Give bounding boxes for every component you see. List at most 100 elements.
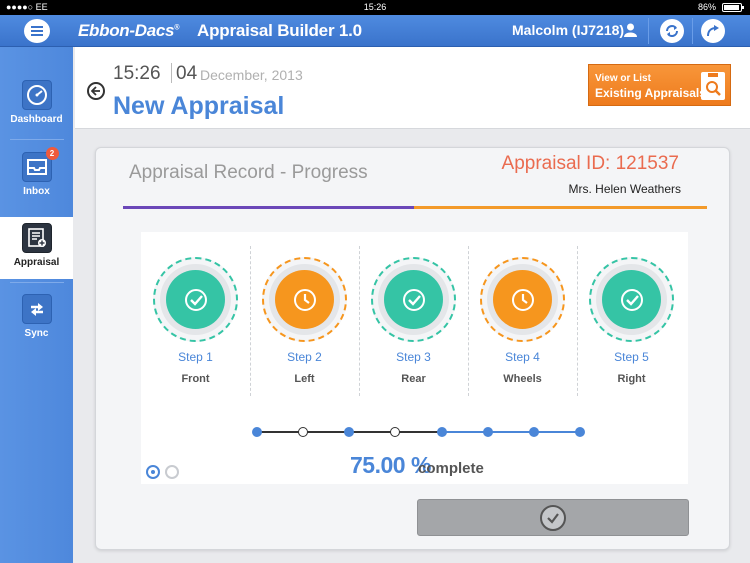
step-ring-inner (160, 264, 231, 335)
sidebar-item-inbox[interactable]: 2 Inbox (0, 146, 73, 208)
progress-segment (257, 431, 304, 433)
page-header: 15:26 04 December, 2013 New Appraisal Vi… (75, 47, 750, 129)
step-name: Right (617, 373, 646, 385)
progress-segment (441, 431, 488, 433)
step-status-ring (589, 257, 674, 342)
sidebar: Dashboard 2 Inbox Appraisal Sync (0, 47, 73, 563)
progress-node (390, 427, 401, 437)
check-icon (384, 270, 443, 329)
share-button[interactable] (701, 19, 725, 43)
divider (171, 63, 172, 83)
step-name: Front (181, 373, 210, 385)
appraisal-progress-card: Appraisal Record - Progress Appraisal ID… (95, 147, 730, 550)
submit-appraisal-button[interactable] (417, 499, 689, 536)
brand-logo: Ebbon-Dacs® (78, 21, 179, 41)
back-arrow-icon (91, 86, 100, 96)
existing-button-line2: Existing Appraisals (595, 86, 706, 100)
refresh-icon (666, 25, 678, 37)
brand-mark: ® (174, 24, 180, 32)
step-status-ring (480, 257, 565, 342)
appraisal-id: Appraisal ID: 121537 (501, 153, 679, 174)
step-label: Step 3 (396, 350, 431, 364)
step-label: Step 1 (178, 350, 213, 364)
step-ring-inner (487, 264, 558, 335)
step-status-ring (371, 257, 456, 342)
divider (692, 18, 693, 44)
progress-segment (395, 431, 442, 433)
step-ring-inner (596, 264, 667, 335)
status-time: 15:26 (363, 2, 387, 12)
sidebar-item-label: Appraisal (13, 257, 60, 268)
step-4-item[interactable]: Step 4 Wheels (468, 232, 577, 397)
app-title: Appraisal Builder 1.0 (197, 21, 362, 40)
step-name: Rear (401, 373, 426, 385)
step-label: Step 2 (287, 350, 322, 364)
clock-icon (493, 270, 552, 329)
battery-icon (722, 3, 744, 12)
date-day: 04 (176, 63, 198, 84)
sidebar-item-sync[interactable]: Sync (0, 288, 73, 350)
refresh-button[interactable] (660, 19, 684, 43)
progress-node (528, 427, 539, 437)
step-5-item[interactable]: Step 5 Right (577, 232, 686, 397)
date-month-year: December, 2013 (200, 67, 303, 83)
progress-segment (533, 431, 580, 433)
step-ring-inner (378, 264, 449, 335)
step-1-item[interactable]: Step 1 Front (141, 232, 250, 397)
step-ring-inner (269, 264, 340, 335)
hamburger-icon (31, 26, 43, 36)
step-status-ring (153, 257, 238, 342)
inbox-icon: 2 (21, 147, 59, 182)
progress-label: complete (418, 460, 484, 477)
page-indicator[interactable] (165, 465, 179, 479)
steps-panel: Step 1 Front Step 2 Left Step 3 Rear Step 4 Whe… (141, 232, 688, 484)
progress-node (482, 427, 493, 437)
page-title: New Appraisal (113, 92, 285, 120)
divider (10, 139, 64, 140)
sync-arrows-icon (21, 294, 52, 324)
sidebar-item-label: Inbox (23, 186, 50, 197)
customer-name: Mrs. Helen Weathers (568, 182, 681, 196)
check-icon (166, 270, 225, 329)
view-existing-appraisals-button[interactable]: View or List Existing Appraisals (588, 64, 731, 106)
user-icon[interactable] (624, 23, 637, 37)
step-name: Wheels (503, 373, 542, 385)
sidebar-item-label: Dashboard (10, 114, 63, 125)
progress-node (298, 427, 309, 437)
divider (10, 282, 64, 283)
sidebar-item-dashboard[interactable]: Dashboard (0, 74, 73, 136)
step-status-ring (262, 257, 347, 342)
sidebar-item-appraisal[interactable]: Appraisal (0, 217, 73, 279)
page-indicator-active[interactable] (146, 465, 160, 479)
progress-segment (303, 431, 350, 433)
progress-node (344, 427, 355, 437)
step-label: Step 5 (614, 350, 649, 364)
battery-percent: 86% (697, 2, 716, 12)
sidebar-item-label: Sync (24, 328, 49, 339)
progress-node (252, 427, 262, 437)
appraisal-form-icon (21, 223, 52, 253)
ios-status-bar: ●●●●○ EE 15:26 86% (0, 0, 750, 15)
menu-button[interactable] (24, 19, 50, 43)
step-name: Left (294, 373, 315, 385)
user-name[interactable]: Malcolm (IJ7218) (512, 22, 624, 38)
step-3-item[interactable]: Step 3 Rear (359, 232, 468, 397)
divider (648, 18, 649, 44)
card-title: Appraisal Record - Progress (129, 162, 368, 183)
progress-node (575, 427, 585, 437)
progress-line-done (123, 206, 414, 209)
checkmark-icon (540, 504, 566, 531)
progress-node (436, 427, 447, 437)
speedometer-icon (21, 80, 52, 110)
brand-name: Ebbon-Dacs (78, 21, 175, 40)
forward-arrow-icon (707, 25, 719, 37)
progress-line-remaining (414, 206, 707, 209)
check-icon (602, 270, 661, 329)
clock-icon (275, 270, 334, 329)
back-button[interactable] (87, 82, 105, 100)
step-2-item[interactable]: Step 2 Left (250, 232, 359, 397)
document-search-icon (701, 72, 725, 100)
step-label: Step 4 (505, 350, 540, 364)
current-time: 15:26 (113, 63, 161, 84)
progress-segment (487, 431, 534, 433)
